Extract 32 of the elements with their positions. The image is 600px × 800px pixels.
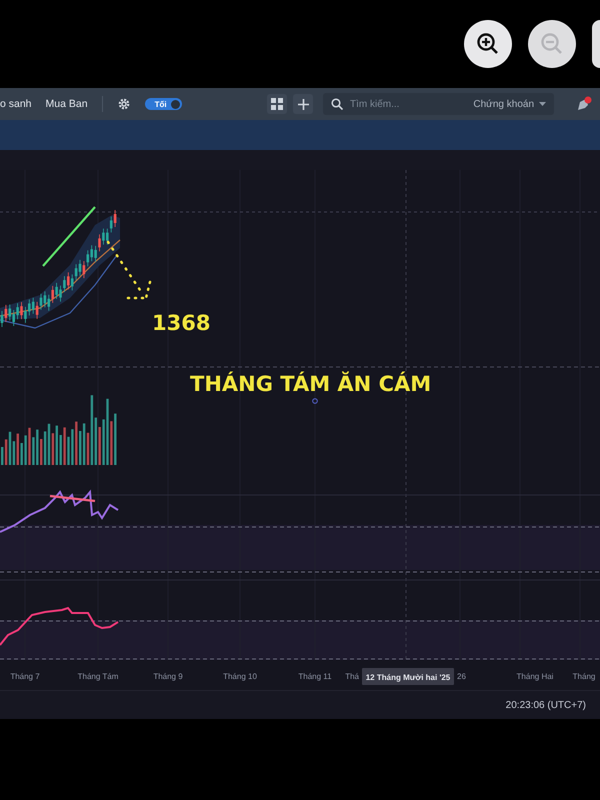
axis-label: Tháng Hai [516, 672, 554, 681]
grid-button[interactable] [267, 94, 287, 114]
axis-label: Tháng 7 [10, 672, 40, 681]
plus-icon [298, 98, 308, 110]
market-dropdown[interactable]: Chứng khoán [473, 98, 534, 110]
nav-link[interactable]: Mua Ban [46, 98, 88, 110]
add-button[interactable] [293, 94, 313, 114]
zoom-in-button[interactable] [464, 20, 512, 68]
axis-label: Tháng [572, 672, 596, 681]
price-target-label: 1368 [152, 311, 210, 335]
crosshair-label: 12 Tháng Mười hai '25 [362, 668, 454, 685]
viewer-button-edge[interactable] [592, 20, 600, 68]
annotation-text: THÁNG TÁM ĂN CÁM [190, 372, 432, 396]
dotted-arrow [106, 240, 152, 300]
grid-icon [271, 98, 283, 110]
search-field[interactable]: Tìm kiếm... Chứng khoán [323, 93, 554, 115]
axis-label: Tháng Tám [78, 672, 118, 681]
crosshair-dot [312, 398, 318, 404]
axis-label: Tháng 9 [153, 672, 183, 681]
clock-text: 20:23:06 (UTC+7) [506, 700, 586, 710]
theme-toggle[interactable]: Tối [144, 98, 182, 110]
trend-line [42, 206, 96, 267]
settings-icon[interactable] [116, 97, 131, 111]
notification-icon[interactable] [576, 96, 592, 112]
divergence-line [50, 494, 96, 502]
axis-label: Tháng 11 [298, 672, 332, 681]
axis-label: Thá [345, 672, 359, 681]
caret-icon [539, 102, 546, 106]
nav-link[interactable]: o sanh [0, 98, 32, 110]
search-icon [331, 98, 343, 110]
axis-label: Tháng 10 [223, 672, 257, 681]
axis-label: 26 [457, 672, 466, 681]
